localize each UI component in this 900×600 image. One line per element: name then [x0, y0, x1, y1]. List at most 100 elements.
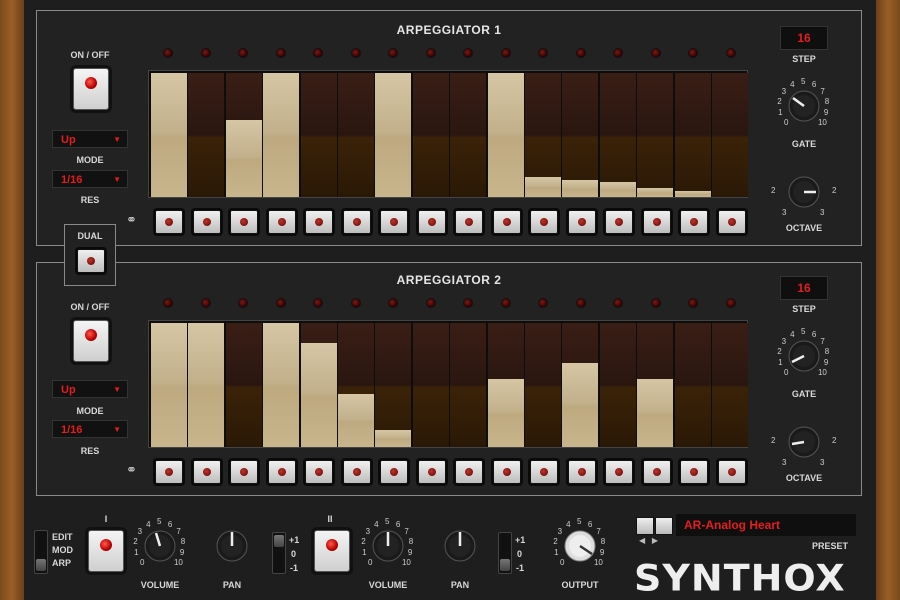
arp2-step-16-toggle-button[interactable] [717, 460, 746, 484]
arp1-step-3-toggle-button[interactable] [230, 210, 258, 234]
arp1-step-10[interactable] [487, 73, 524, 197]
arp1-step-7[interactable] [375, 73, 412, 197]
arp2-step-7[interactable] [375, 323, 412, 447]
arp2-step-4-toggle-button[interactable] [267, 460, 296, 484]
arp1-step-5-toggle-button[interactable] [305, 210, 333, 234]
arp1-step-8-toggle-button[interactable] [417, 210, 446, 234]
channel-1-switch[interactable] [88, 530, 124, 572]
arp1-step-11-toggle-button[interactable] [530, 210, 558, 234]
arp2-gate-scale-8: 8 [824, 347, 830, 357]
arp1-octave-label: OCTAVE [785, 223, 823, 233]
arp1-step-10-toggle-button[interactable] [492, 210, 521, 234]
arp1-step-11[interactable] [525, 73, 561, 197]
arp2-step-2-toggle-button[interactable] [192, 460, 221, 484]
mode-toggle[interactable] [34, 530, 48, 574]
arp2-step-1[interactable] [151, 323, 187, 447]
arp2-step-2[interactable] [188, 323, 225, 447]
arp1-step-11-led [538, 48, 548, 58]
arp2-step-display[interactable]: 16 [780, 276, 828, 300]
arp2-step-9[interactable] [450, 323, 487, 447]
arp2-step-10-led [500, 298, 511, 308]
arp2-step-15-led [688, 298, 698, 308]
arp2-step-15[interactable] [674, 323, 711, 447]
arp2-step-grid[interactable] [148, 320, 748, 448]
arp2-onoff-switch[interactable] [73, 320, 109, 362]
arp1-step-4-toggle-button[interactable] [267, 210, 296, 234]
arp2-step-4[interactable] [263, 323, 300, 447]
arp2-step-12-toggle-button[interactable] [567, 460, 596, 484]
arp2-step-6-toggle-button[interactable] [342, 460, 371, 484]
arp1-step-5[interactable] [300, 73, 337, 197]
arp1-step-9[interactable] [450, 73, 487, 197]
arp1-step-1[interactable] [151, 73, 187, 197]
arp1-onoff-switch[interactable] [73, 68, 109, 110]
link-icon[interactable]: ⚭ [126, 462, 137, 478]
arp1-step-3[interactable] [225, 73, 262, 197]
ch1-volume-scale-5: 5 [157, 517, 162, 526]
arp2-step-6[interactable] [338, 323, 374, 447]
arp2-step-1-toggle-button[interactable] [155, 460, 183, 484]
arp2-step-5-toggle-button[interactable] [305, 460, 333, 484]
arp2-step-14-toggle-button[interactable] [642, 460, 671, 484]
arp2-step-8-toggle-button[interactable] [417, 460, 446, 484]
arp2-mode-dropdown[interactable]: Up ▼ [52, 380, 128, 398]
arp2-step-14[interactable] [637, 323, 674, 447]
arp1-step-16-toggle-button[interactable] [717, 210, 746, 234]
arp2-step-7-toggle-button[interactable] [380, 460, 408, 484]
arp1-step-13-toggle-button[interactable] [605, 210, 633, 234]
preset-display[interactable]: AR-Analog Heart [676, 514, 856, 536]
arp2-res-dropdown[interactable]: 1/16 ▼ [52, 420, 128, 438]
channel-2-pan-knob[interactable] [430, 514, 490, 576]
led-icon [277, 468, 286, 476]
led-icon [502, 468, 511, 476]
channel-2-pan-range-toggle[interactable] [498, 532, 512, 574]
link-icon[interactable]: ⚭ [126, 212, 137, 228]
arp2-step-13-toggle-button[interactable] [605, 460, 633, 484]
dual-label: DUAL [77, 231, 103, 241]
arp1-res-dropdown[interactable]: 1/16 ▼ [52, 170, 128, 188]
arp1-step-12-toggle-button[interactable] [567, 210, 596, 234]
arp1-step-15-toggle-button[interactable] [680, 210, 708, 234]
preset-prev-button[interactable] [636, 517, 654, 535]
channel-1-pan-knob[interactable] [202, 514, 262, 576]
channel-1-pan-range-toggle[interactable] [272, 532, 286, 574]
arp1-step-4[interactable] [263, 73, 300, 197]
arp1-step-9-toggle-button[interactable] [455, 210, 483, 234]
arp1-step-1-toggle-button[interactable] [155, 210, 183, 234]
output-scale-5: 5 [577, 517, 582, 526]
arp1-mode-dropdown[interactable]: Up ▼ [52, 130, 128, 148]
arp1-step-8[interactable] [412, 73, 449, 197]
arp2-step-9-toggle-button[interactable] [455, 460, 483, 484]
arp1-step-2-toggle-button[interactable] [192, 210, 221, 234]
arp1-step-display[interactable]: 16 [780, 26, 828, 50]
arp1-gate-scale-2: 2 [777, 97, 782, 107]
arp1-step-12[interactable] [562, 73, 599, 197]
arp1-step-14-toggle-button[interactable] [642, 210, 671, 234]
arp2-step-13[interactable] [599, 323, 636, 447]
arp2-step-10-toggle-button[interactable] [492, 460, 521, 484]
arp1-step-6[interactable] [338, 73, 374, 197]
arp1-step-7-toggle-button[interactable] [380, 210, 408, 234]
channel-2-switch[interactable] [314, 530, 350, 572]
arp2-step-label: STEP [792, 304, 816, 314]
arp1-step-14[interactable] [637, 73, 674, 197]
arp1-step-16[interactable] [712, 73, 748, 197]
arp1-step-6-toggle-button[interactable] [342, 210, 371, 234]
arp2-step-3-toggle-button[interactable] [230, 460, 258, 484]
arp2-step-12[interactable] [562, 323, 599, 447]
arp1-step-grid[interactable] [148, 70, 748, 198]
arp2-step-5[interactable] [300, 323, 337, 447]
arp2-step-3[interactable] [225, 323, 262, 447]
arp2-step-11[interactable] [525, 323, 561, 447]
preset-next-button[interactable] [655, 517, 673, 535]
arp1-step-2[interactable] [188, 73, 225, 197]
dual-button[interactable] [77, 249, 105, 273]
arp2-step-10[interactable] [487, 323, 524, 447]
arp2-octave-label: OCTAVE [785, 473, 823, 483]
arp2-step-11-toggle-button[interactable] [530, 460, 558, 484]
arp1-step-15[interactable] [674, 73, 711, 197]
arp2-step-15-toggle-button[interactable] [680, 460, 708, 484]
arp2-step-8[interactable] [412, 323, 449, 447]
arp2-step-16[interactable] [712, 323, 748, 447]
arp1-step-13[interactable] [599, 73, 636, 197]
